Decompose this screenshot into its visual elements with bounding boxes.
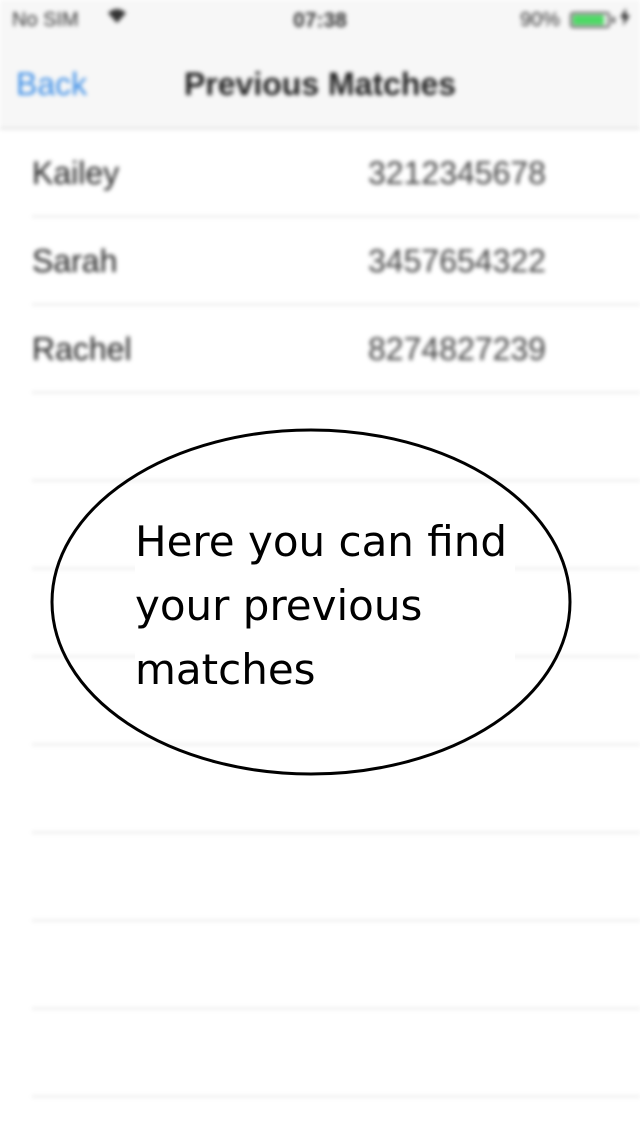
match-row[interactable]	[0, 921, 640, 1009]
battery-icon	[570, 12, 610, 28]
battery-cap	[612, 17, 615, 23]
battery-percent: 90%	[519, 9, 560, 31]
match-phone: 3457654322	[368, 243, 546, 279]
row-divider	[32, 1096, 640, 1097]
match-name: Kailey	[32, 155, 120, 191]
callout-text: Here you can find your previous matches	[135, 517, 508, 694]
match-row[interactable]: Rachel 8274827239	[0, 305, 640, 393]
match-row[interactable]: Kailey 3212345678	[0, 129, 640, 217]
charging-icon	[620, 8, 630, 31]
battery-fill	[573, 15, 604, 25]
annotation-callout: Here you can find your previous matches	[50, 428, 572, 776]
match-phone: 8274827239	[368, 331, 546, 367]
match-name: Rachel	[32, 331, 132, 367]
page-title: Previous Matches	[183, 66, 457, 102]
match-row[interactable]	[0, 1009, 640, 1097]
navigation-bar: Back Previous Matches	[0, 40, 640, 129]
callout-textbox: Here you can find your previous matches	[135, 500, 515, 694]
screen: No SIM 07:38 90% Back Previous Matches K…	[0, 0, 640, 1136]
match-row[interactable]: Sarah 3457654322	[0, 217, 640, 305]
match-phone: 3212345678	[368, 155, 546, 191]
match-row[interactable]	[0, 833, 640, 921]
status-bar: No SIM 07:38 90%	[0, 0, 640, 40]
match-name: Sarah	[32, 243, 118, 279]
